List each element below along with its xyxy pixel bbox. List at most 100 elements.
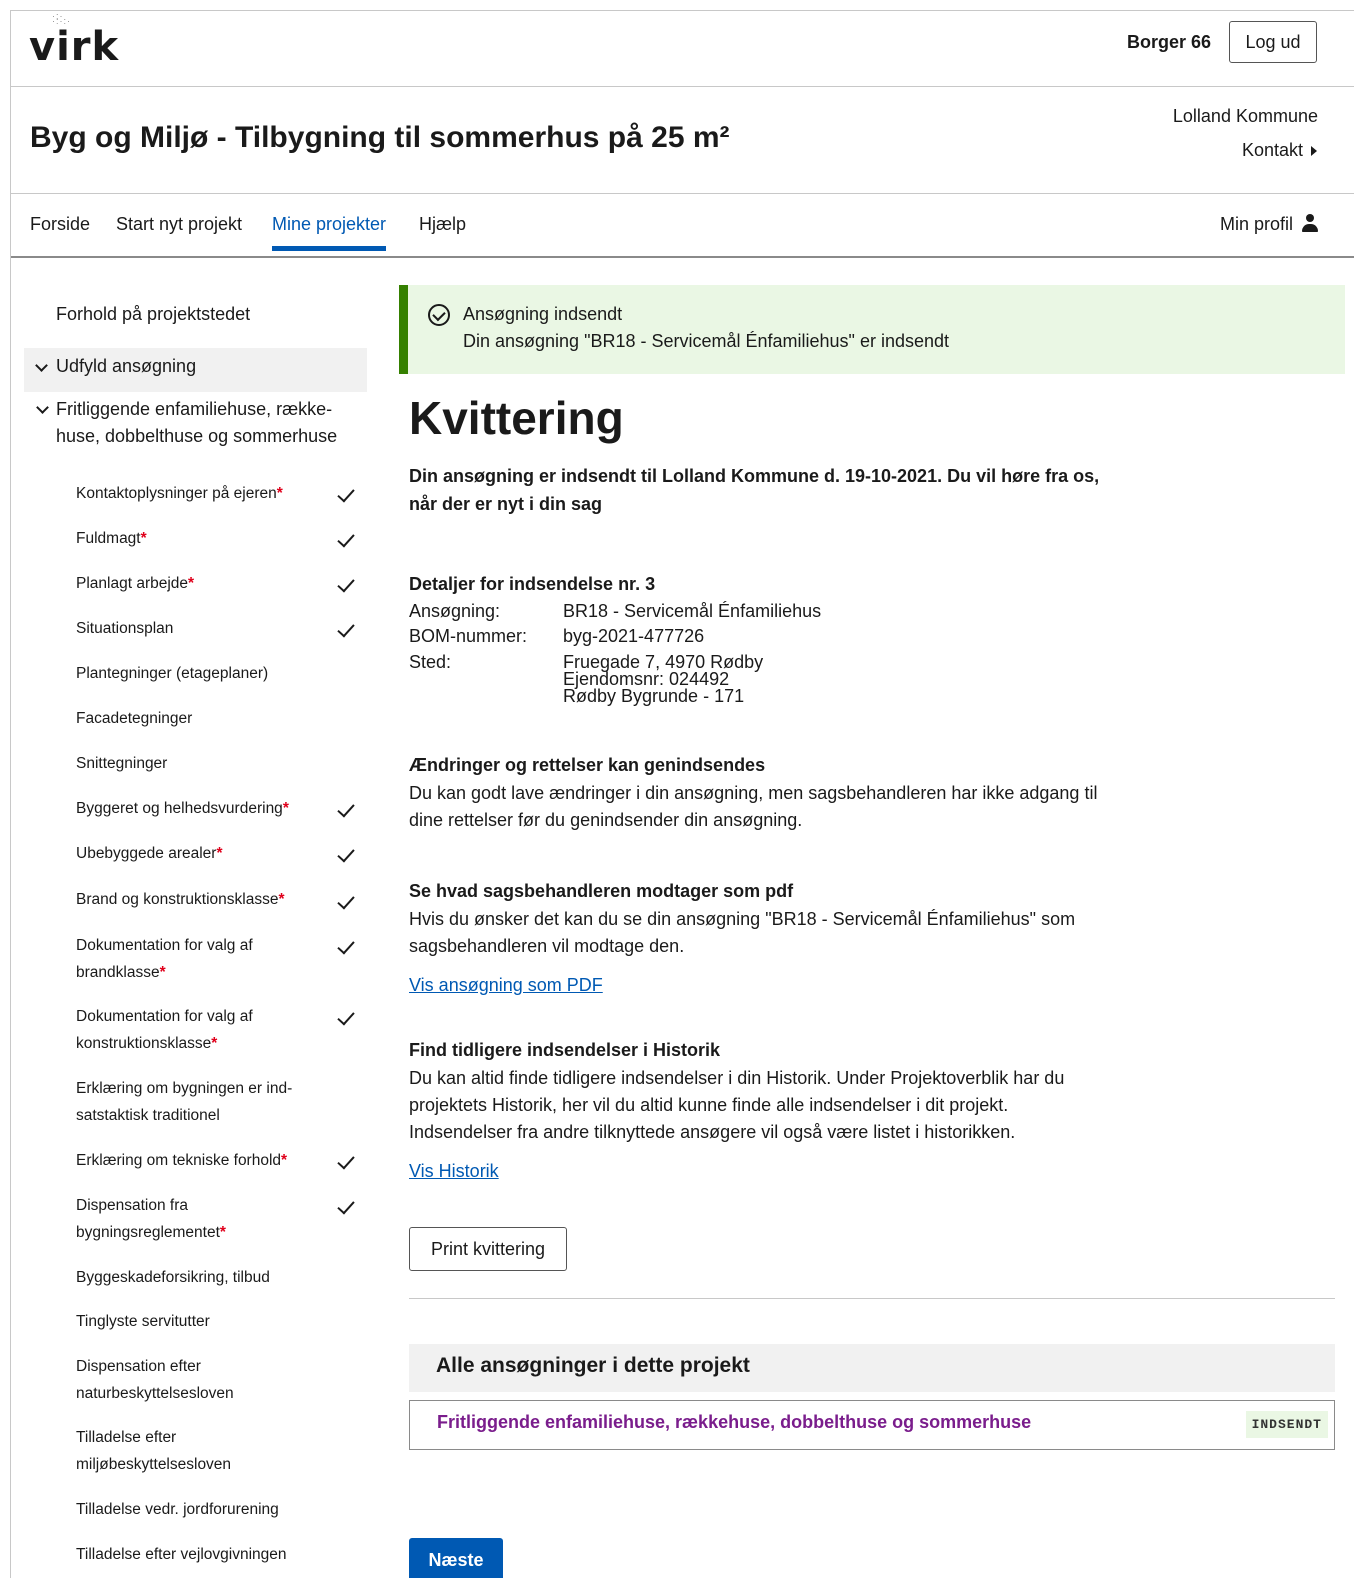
checkmark-icon [337,936,355,955]
checkmark-icon [337,529,355,548]
sidebar-subgroup[interactable]: Fritliggende enfamiliehuse, række-huse, … [36,396,356,450]
step-label: Planlagt arbejde [76,575,189,592]
step-label: Kontaktoplysninger på ejeren [76,485,277,502]
checkmark-icon [337,1151,355,1170]
step-label: Brand og konstruktionsklasse [76,891,279,908]
project-link[interactable]: Fritliggende enfamiliehuse, rækkehuse, d… [437,1412,1031,1433]
sidebar-step[interactable]: Snittegninger [76,750,326,777]
step-label: Tinglyste servitutter [76,1313,210,1330]
application-value: BR18 - Servicemål Énfamiliehus [563,601,822,621]
nav-mine-projekter[interactable]: Mine projekter [272,214,387,251]
sidebar-step[interactable]: Planlagt arbejde* [76,570,326,597]
chevron-down-icon [35,359,48,372]
caret-right-icon [1311,146,1317,157]
main-nav: Forside Start nyt projekt Mine projekter… [11,194,1354,258]
required-mark: * [216,845,223,862]
step-label: Erklæring om bygningen er ind-satstaktis… [76,1080,293,1124]
pdf-title: Se hvad sagsbehandleren modtager som pdf [409,881,794,901]
contact-link[interactable]: Kontakt [1242,140,1317,161]
sidebar-step[interactable]: Byggeret og helhedsvurdering* [76,795,326,822]
history-title: Find tidligere indsendelser i Historik [409,1040,721,1060]
sidebar-step[interactable]: Dispensation efter naturbeskyttelseslove… [76,1353,261,1407]
logo-crown-icon: ·:· ·:·:· [52,11,71,26]
sidebar-step[interactable]: Plantegninger (etageplaner) [76,660,326,687]
receipt-lead: Din ansøgning er indsendt til Lolland Ko… [409,466,1100,514]
sidebar-step[interactable]: Brand og konstruktionsklasse* [76,886,326,913]
sidebar-step[interactable]: Fuldmagt* [76,525,326,552]
history-link[interactable]: Vis Historik [409,1161,499,1182]
sidebar-step[interactable]: Tilladelse vedr. jordforurening [76,1496,326,1523]
step-label: Dispensation efter naturbeskyttelseslove… [76,1358,234,1402]
step-label: Dokumentation for valg af konstruktionsk… [76,1008,253,1052]
municipality-name: Lolland Kommune [1172,106,1318,126]
step-label: Tilladelse vedr. jordforurening [76,1501,279,1518]
page-title: Byg og Miljø - Tilbygning til sommerhus … [30,121,730,154]
required-mark: * [282,800,289,817]
chevron-down-icon [36,401,49,414]
pdf-link[interactable]: Vis ansøgning som PDF [409,975,603,996]
bom-label: BOM-nummer: [409,626,528,646]
required-mark: * [281,1152,288,1169]
required-mark: * [276,485,283,502]
required-mark: * [278,891,285,908]
details-title: Detaljer for indsendelse nr. 3 [409,574,656,594]
place-label: Sted: [409,652,452,672]
check-circle-icon [428,304,450,326]
sidebar-step[interactable]: Tilladelse efter vejlovgivningen [76,1541,326,1568]
sidebar-item-forhold[interactable]: Forhold på projektstedet [56,304,250,325]
sidebar-step[interactable]: Kontaktoplysninger på ejeren* [76,480,326,507]
project-row[interactable]: Fritliggende enfamiliehuse, rækkehuse, d… [409,1400,1335,1450]
step-label: Byggeret og helhedsvurdering [76,800,283,817]
bom-value: byg-2021-477726 [563,626,705,646]
step-label: Dispensation fra bygningsreglementet [76,1197,220,1241]
sidebar-step[interactable]: Dispensation fra bygningsreglementet* [76,1192,256,1246]
sidebar-step[interactable]: Tinglyste servitutter [76,1308,326,1335]
pdf-text: Hvis du ønsker det kan du se din ansøgni… [409,909,1076,956]
required-mark: * [140,530,147,547]
sidebar-step[interactable]: Facadetegninger [76,705,326,732]
contact-label: Kontakt [1241,140,1303,160]
step-label: Fuldmagt [76,530,141,547]
sidebar-group-udfyld[interactable]: Udfyld ansøgning [24,348,367,392]
print-receipt-button[interactable]: Print kvittering [409,1227,567,1271]
user-name: Borger 66 [1127,32,1212,52]
checkmark-icon [337,484,355,503]
divider [409,1298,1335,1299]
sidebar-subgroup-label: Fritliggende enfamiliehuse, række-huse, … [56,399,338,446]
status-badge: INDSENDT [1245,1411,1328,1438]
nav-forside[interactable]: Forside [30,214,90,251]
step-label: Tilladelse efter vejlovgivningen [76,1546,287,1563]
sidebar-step[interactable]: Erklæring om tekniske forhold* [76,1147,326,1174]
sidebar-step[interactable]: Ubebyggede arealer* [76,840,326,867]
application-label: Ansøgning: [409,601,501,621]
changes-title: Ændringer og rettelser kan genindsendes [409,755,766,775]
nav-hjaelp[interactable]: Hjælp [419,214,466,251]
nav-start-nyt-projekt[interactable]: Start nyt projekt [116,214,242,251]
profile-link[interactable]: Min profil [1220,214,1319,235]
sidebar-step[interactable]: Dokumentation for valg af brandklasse* [76,932,276,986]
logout-button[interactable]: Log ud [1229,21,1317,63]
checkmark-icon [337,844,355,863]
alert-title: Ansøgning indsendt [463,304,623,324]
next-button[interactable]: Næste [409,1538,503,1578]
required-mark: * [219,1224,226,1241]
step-label: Situationsplan [76,620,174,637]
sidebar-step[interactable]: Situationsplan [76,615,326,642]
sidebar-group-label: Udfyld ansøgning [56,356,197,376]
sidebar-step[interactable]: Erklæring om bygningen er ind-satstaktis… [76,1075,311,1129]
projects-heading: Alle ansøgninger i dette projekt [409,1344,1335,1392]
step-label: Snittegninger [76,755,168,772]
sidebar-step[interactable]: Dokumentation for valg af konstruktionsk… [76,1003,276,1057]
required-mark: * [188,575,195,592]
sidebar-step[interactable]: Byggeskadeforsikring, tilbud [76,1264,326,1291]
step-label: Byggeskadeforsikring, tilbud [76,1269,270,1286]
title-bar: Byg og Miljø - Tilbygning til sommerhus … [11,87,1354,194]
changes-text: Du kan godt lave ændringer i din ansøgni… [409,783,1098,830]
sidebar-step[interactable]: Tilladelse efter miljøbeskyttelsesloven [76,1424,261,1478]
step-label: Plantegninger (etageplaner) [76,665,269,682]
step-label: Ubebyggede arealer [76,845,217,862]
checkmark-icon [337,619,355,638]
virk-logo[interactable]: virk [29,27,119,67]
success-alert: Ansøgning indsendt Din ansøgning "BR18 -… [399,285,1345,374]
checkmark-icon [337,891,355,910]
